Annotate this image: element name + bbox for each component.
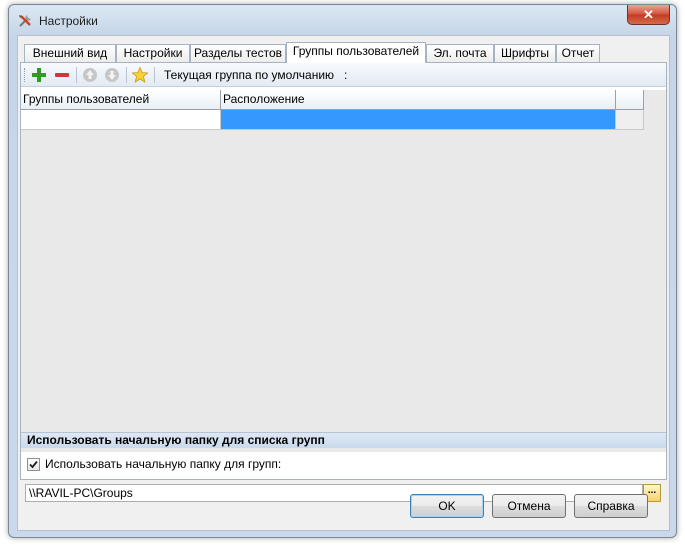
tab-test-sections[interactable]: Разделы тестов: [190, 44, 286, 62]
root-folder-section-title: Использовать начальную папку для списка …: [21, 432, 666, 448]
checkmark-icon: [29, 460, 38, 469]
client-area: Внешний вид Настройки Разделы тестов Гру…: [17, 35, 670, 531]
close-icon: ✕: [643, 7, 654, 22]
ok-button[interactable]: OK: [410, 494, 484, 518]
use-root-folder-label: Использовать начальную папку для групп:: [45, 457, 282, 471]
toolbar-separator: [154, 67, 155, 83]
column-header-groups[interactable]: Группы пользователей: [21, 90, 221, 110]
user-groups-grid[interactable]: Группы пользователей Расположение: [21, 90, 666, 452]
toolbar-grip[interactable]: [24, 68, 27, 82]
tools-icon: [17, 13, 33, 29]
grid-header: Группы пользователей Расположение: [21, 90, 646, 110]
tab-email[interactable]: Эл. почта: [426, 44, 494, 62]
title-bar[interactable]: Настройки ✕: [9, 5, 676, 35]
remove-icon[interactable]: [53, 66, 71, 84]
cell-location[interactable]: [221, 110, 616, 130]
user-groups-panel: Текущая группа по умолчанию : Группы пол…: [20, 62, 667, 502]
tab-appearance[interactable]: Внешний вид: [24, 44, 116, 62]
move-up-icon[interactable]: [81, 66, 99, 84]
move-down-icon[interactable]: [103, 66, 121, 84]
toolbar: Текущая группа по умолчанию :: [21, 63, 666, 87]
default-group-label: Текущая группа по умолчанию :: [164, 68, 348, 82]
column-header-extra: [616, 90, 644, 110]
star-icon[interactable]: [131, 66, 149, 84]
tab-fonts[interactable]: Шрифты: [494, 44, 556, 62]
tab-user-groups[interactable]: Группы пользователей: [286, 42, 426, 63]
add-icon[interactable]: [30, 66, 48, 84]
cancel-button[interactable]: Отмена: [492, 494, 566, 518]
toolbar-separator: [126, 67, 127, 83]
cell-extra: [616, 110, 644, 130]
use-root-folder-checkbox[interactable]: [27, 458, 40, 471]
help-button[interactable]: Справка: [574, 494, 648, 518]
settings-window: Настройки ✕ Внешний вид Настройки Раздел…: [8, 4, 677, 538]
toolbar-separator: [76, 67, 77, 83]
close-button[interactable]: ✕: [627, 5, 670, 25]
column-header-location[interactable]: Расположение: [221, 90, 616, 110]
window-title: Настройки: [39, 14, 98, 28]
cell-group[interactable]: [21, 110, 221, 130]
tab-settings[interactable]: Настройки: [116, 44, 190, 62]
tab-report[interactable]: Отчет: [556, 44, 600, 62]
